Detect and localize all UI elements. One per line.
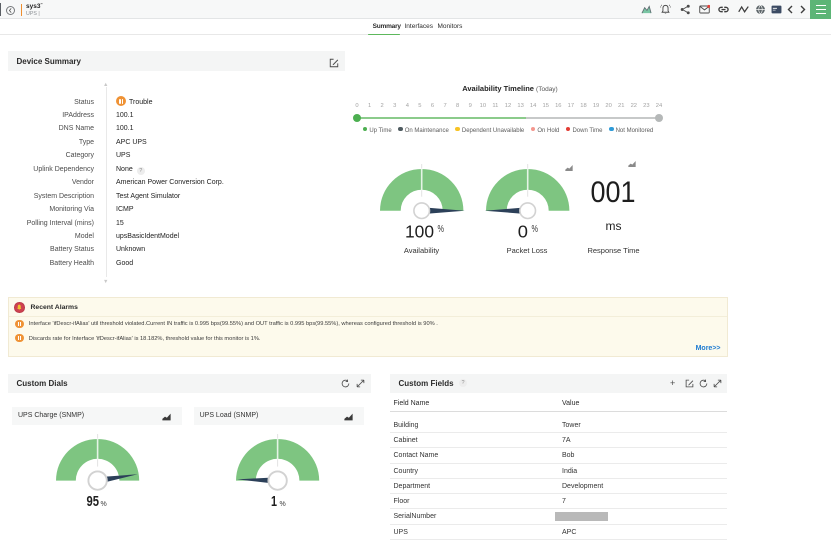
svg-text:0: 0 [518,223,528,241]
svg-text:100: 100 [405,223,434,241]
svg-text:001: 001 [591,175,636,206]
svg-text:%: % [438,223,445,235]
svg-text:%: % [532,223,539,235]
svg-text:%: % [101,501,107,508]
svg-text:%: % [280,501,286,508]
